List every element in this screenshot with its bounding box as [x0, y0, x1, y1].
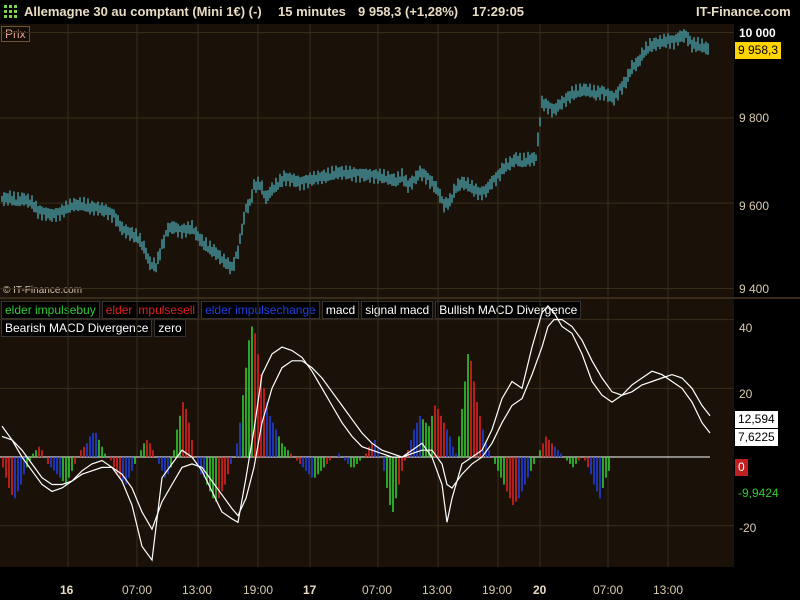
macd-line — [1, 304, 711, 562]
signal-line — [1, 319, 711, 531]
chart-canvas — [0, 24, 734, 567]
